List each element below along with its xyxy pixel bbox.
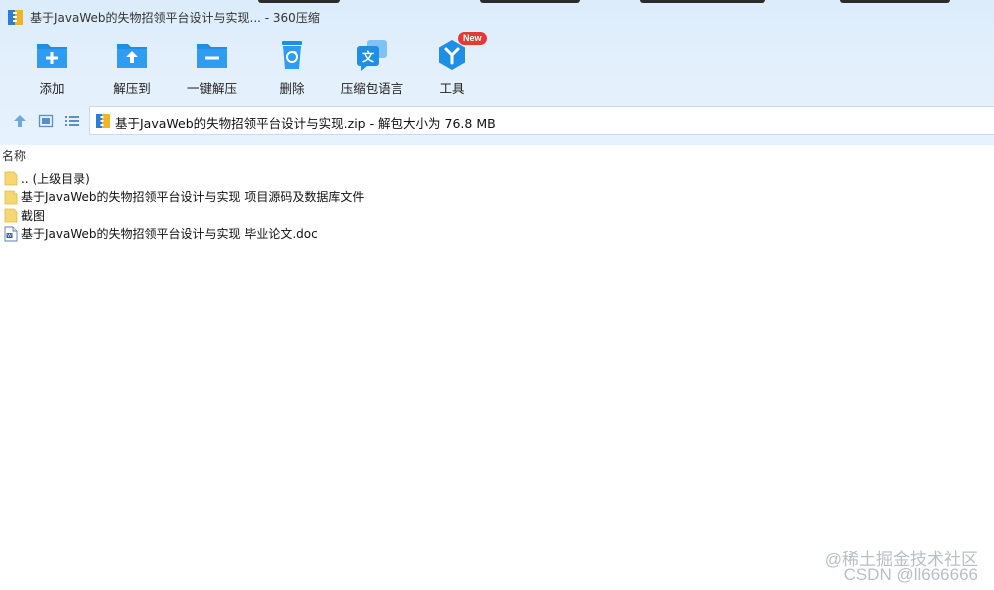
list-item-screenshots[interactable]: 截图: [0, 206, 364, 225]
folder-icon: [4, 171, 18, 186]
archive-language-button[interactable]: 文 压缩包语言: [332, 38, 412, 98]
svg-text:文: 文: [362, 49, 375, 64]
one-click-extract-icon: [197, 44, 227, 68]
address-row: 基于JavaWeb的失物招领平台设计与实现.zip - 解包大小为 76.8 M…: [0, 106, 994, 136]
up-arrow-icon[interactable]: [12, 113, 28, 129]
list-item-parent-dir[interactable]: .. (上级目录): [0, 169, 364, 188]
add-folder-icon: [37, 44, 67, 68]
toolbar: 添加 解压到 一键解压 删除 文 压缩包语言 New 工具: [12, 32, 492, 98]
extract-to-icon: [117, 44, 147, 68]
address-path: 基于JavaWeb的失物招领平台设计与实现.zip - 解包大小为 76.8 M…: [115, 116, 496, 131]
new-badge: New: [458, 32, 487, 45]
list-item-thesis-doc[interactable]: W 基于JavaWeb的失物招领平台设计与实现 毕业论文.doc: [0, 225, 364, 244]
address-bar[interactable]: 基于JavaWeb的失物招领平台设计与实现.zip - 解包大小为 76.8 M…: [89, 106, 994, 135]
add-button[interactable]: 添加: [12, 38, 92, 98]
window-title: 基于JavaWeb的失物招领平台设计与实现... - 360压缩: [30, 10, 320, 25]
watermark: @稀土掘金技术社区 CSDN @ll666666: [825, 551, 978, 584]
delete-button[interactable]: 删除: [252, 38, 332, 98]
svg-text:W: W: [7, 233, 12, 239]
recycle-bin-icon: [282, 41, 302, 69]
language-icon: 文: [357, 40, 387, 71]
list-item-source-folder[interactable]: 基于JavaWeb的失物招领平台设计与实现 项目源码及数据库文件: [0, 188, 364, 207]
extract-to-button[interactable]: 解压到: [92, 38, 172, 98]
archive-icon: [8, 9, 23, 25]
header-area: 基于JavaWeb的失物招领平台设计与实现... - 360压缩 添加 解压到: [0, 0, 994, 145]
list-view-icon[interactable]: [64, 113, 80, 129]
top-decoration: [0, 0, 994, 4]
column-header-name[interactable]: 名称: [0, 147, 994, 165]
file-rows: .. (上级目录) 基于JavaWeb的失物招领平台设计与实现 项目源码及数据库…: [0, 169, 364, 243]
word-document-icon: W: [4, 226, 18, 242]
folder-file-icon: [4, 190, 18, 205]
one-click-extract-button[interactable]: 一键解压: [172, 38, 252, 98]
title-bar: 基于JavaWeb的失物招领平台设计与实现... - 360压缩: [0, 6, 320, 28]
tools-button[interactable]: New 工具: [412, 32, 492, 98]
file-list: 名称 .. (上级目录) 基于JavaWeb的失物招领平台设计与实现 项目源码及…: [0, 145, 994, 590]
watermark-line2: CSDN @ll666666: [843, 565, 978, 584]
zip-archive-icon: [96, 114, 110, 128]
folder-icon: [4, 208, 18, 223]
thumbnail-view-icon[interactable]: [38, 113, 54, 129]
